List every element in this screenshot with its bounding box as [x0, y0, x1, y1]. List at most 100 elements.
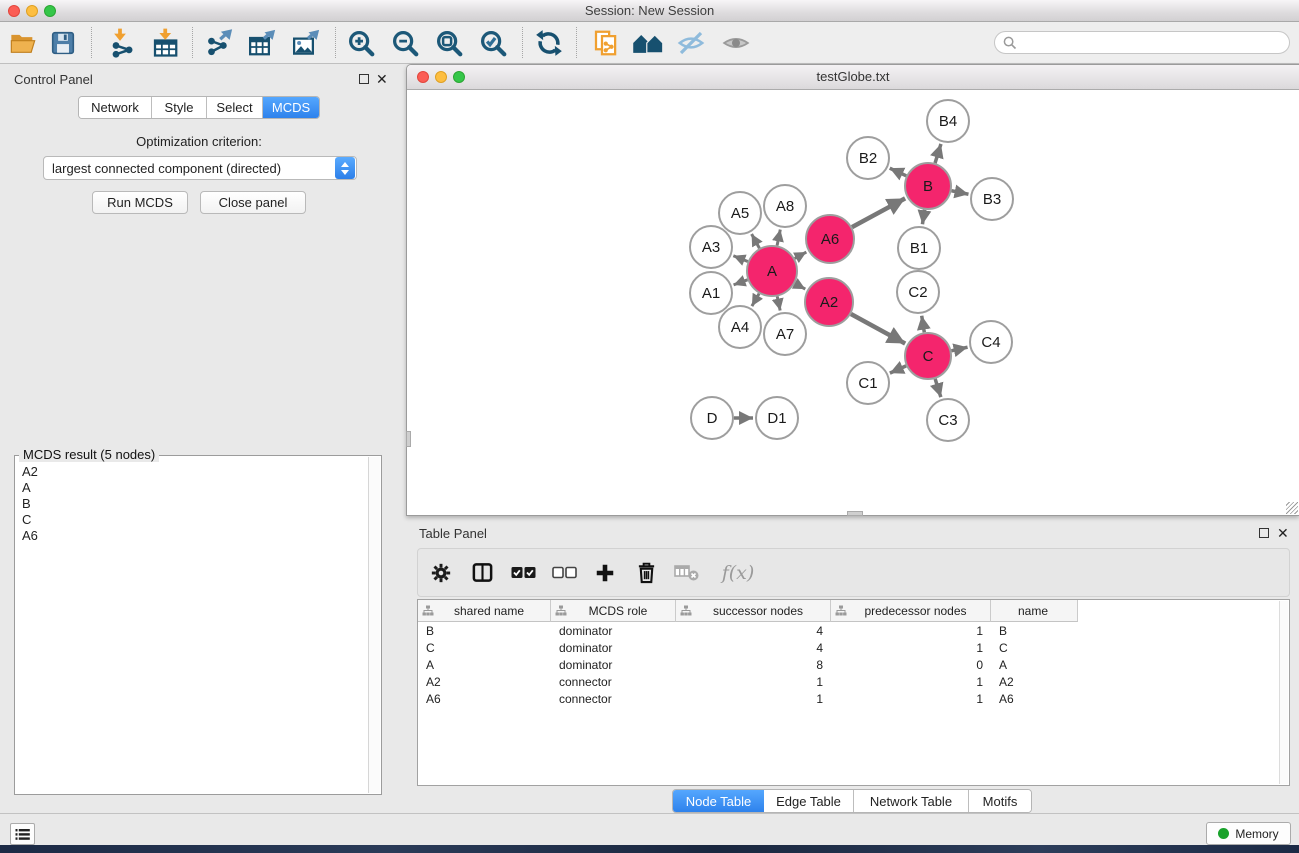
- table-cell: 1: [831, 639, 991, 656]
- tab-network-table[interactable]: Network Table: [854, 790, 969, 812]
- main-toolbar: [0, 22, 1299, 64]
- optimization-criterion-label: Optimization criterion:: [0, 134, 398, 149]
- memory-button[interactable]: Memory: [1206, 822, 1291, 845]
- graph-node-label-A7: A7: [776, 326, 794, 343]
- tab-style[interactable]: Style: [152, 97, 207, 118]
- graph-edge-C-C3[interactable]: [935, 379, 941, 397]
- graph-edge-C-C1[interactable]: [890, 366, 906, 373]
- table-cell: 1: [831, 622, 991, 639]
- table-cell: A2: [991, 673, 1078, 690]
- splitpane-vertical-grip[interactable]: [406, 431, 411, 447]
- table-row[interactable]: Bdominator41B: [418, 622, 1290, 639]
- tab-edge-table[interactable]: Edge Table: [764, 790, 854, 812]
- search-input[interactable]: [1022, 35, 1281, 51]
- graph-edge-C-C2[interactable]: [922, 316, 925, 333]
- tab-mcds[interactable]: MCDS: [263, 97, 319, 118]
- graph-edge-A-A8[interactable]: [777, 230, 780, 246]
- cytoscape-app: Session: New Session: [0, 0, 1299, 853]
- table-row[interactable]: A2connector11A2: [418, 673, 1290, 690]
- table-settings-gear-icon[interactable]: [428, 560, 454, 586]
- graph-edge-A2-C[interactable]: [851, 314, 905, 344]
- export-image-icon[interactable]: [287, 24, 325, 62]
- graph-edge-B-B4[interactable]: [935, 144, 941, 163]
- select-all-checkboxes-icon[interactable]: [510, 560, 536, 586]
- zoom-selected-icon[interactable]: [474, 24, 512, 62]
- window-resize-handle[interactable]: [1286, 502, 1298, 514]
- column-header-predecessor-nodes[interactable]: predecessor nodes: [831, 600, 991, 622]
- tab-select[interactable]: Select: [207, 97, 263, 118]
- zoom-in-icon[interactable]: [342, 24, 380, 62]
- graph-node-label-C1: C1: [858, 375, 877, 392]
- table-row[interactable]: A6connector11A6: [418, 690, 1290, 707]
- graph-edge-A-A6[interactable]: [795, 252, 807, 258]
- graph-edge-B-B3[interactable]: [952, 191, 969, 194]
- import-network-icon[interactable]: [102, 24, 140, 62]
- home-icon[interactable]: [629, 24, 667, 62]
- column-header-successor-nodes[interactable]: successor nodes: [676, 600, 831, 622]
- graph-node-label-D1: D1: [767, 410, 786, 427]
- save-session-icon[interactable]: [44, 24, 82, 62]
- task-history-button[interactable]: [10, 823, 35, 845]
- export-network-icon[interactable]: [200, 24, 238, 62]
- table-panel-float-icon[interactable]: [1259, 528, 1269, 538]
- table-cell: B: [418, 622, 551, 639]
- graph-edge-B-B1[interactable]: [922, 210, 924, 224]
- table-scrollbar[interactable]: [1279, 601, 1288, 784]
- hide-panels-eye-icon[interactable]: [672, 24, 710, 62]
- tab-motifs[interactable]: Motifs: [969, 790, 1031, 812]
- control-panel-float-icon[interactable]: [359, 74, 369, 84]
- function-builder-icon[interactable]: f(x): [715, 560, 761, 586]
- import-table-icon[interactable]: [146, 24, 184, 62]
- graph-edge-A-A2[interactable]: [795, 283, 805, 289]
- open-session-icon[interactable]: [4, 24, 42, 62]
- deselect-all-checkboxes-icon[interactable]: [551, 560, 577, 586]
- delete-table-icon[interactable]: [674, 560, 700, 586]
- graph-edge-A-A1[interactable]: [734, 280, 748, 285]
- show-columns-icon[interactable]: [469, 560, 495, 586]
- column-header-mcds-role[interactable]: MCDS role: [551, 600, 676, 622]
- main-titlebar: Session: New Session: [0, 0, 1299, 22]
- graph-edge-A-A7[interactable]: [777, 296, 780, 310]
- refresh-icon[interactable]: [530, 24, 568, 62]
- table-row[interactable]: Adominator80A: [418, 656, 1290, 673]
- graph-node-label-A8: A8: [776, 198, 794, 215]
- show-eye-icon[interactable]: [717, 24, 755, 62]
- network-window-titlebar[interactable]: testGlobe.txt: [407, 65, 1299, 90]
- mcds-result-item[interactable]: C: [17, 511, 368, 527]
- tab-network[interactable]: Network: [79, 97, 152, 118]
- mcds-list-scrollbar[interactable]: [368, 457, 380, 793]
- mcds-result-item[interactable]: A: [17, 479, 368, 495]
- splitpane-horizontal-grip[interactable]: [847, 511, 863, 516]
- delete-column-trash-icon[interactable]: [633, 560, 659, 586]
- graph-node-label-C2: C2: [908, 284, 927, 301]
- graph-edge-A-A5[interactable]: [752, 234, 760, 248]
- graph-edge-A-A3[interactable]: [733, 256, 747, 262]
- graph-edge-A-A4[interactable]: [752, 294, 759, 307]
- table-panel-close-icon[interactable]: ✕: [1277, 527, 1289, 539]
- table-cell: A6: [418, 690, 551, 707]
- column-header-name[interactable]: name: [991, 600, 1078, 622]
- search-box[interactable]: [994, 31, 1290, 54]
- zoom-out-icon[interactable]: [386, 24, 424, 62]
- graph-edge-B-B2[interactable]: [890, 168, 907, 176]
- table-cell: 8: [676, 656, 831, 673]
- table-row[interactable]: Cdominator41C: [418, 639, 1290, 656]
- criterion-dropdown[interactable]: largest connected component (directed): [43, 156, 357, 180]
- tab-node-table[interactable]: Node Table: [673, 790, 764, 812]
- run-mcds-button[interactable]: Run MCDS: [92, 191, 188, 214]
- mcds-result-item[interactable]: B: [17, 495, 368, 511]
- add-column-plus-icon[interactable]: [592, 560, 618, 586]
- memory-label: Memory: [1235, 827, 1278, 841]
- control-panel-close-icon[interactable]: ✕: [376, 73, 388, 85]
- status-bar: Memory: [0, 813, 1299, 845]
- network-file-icon[interactable]: [587, 24, 625, 62]
- graph-edge-A6-B[interactable]: [852, 198, 905, 227]
- column-header-shared-name[interactable]: shared name: [418, 600, 551, 622]
- mcds-result-item[interactable]: A2: [17, 463, 368, 479]
- network-canvas[interactable]: B4B2BB3B1A5A8A6A3AA1A2C2A4A7C4CC1C3DD1: [407, 89, 1298, 515]
- zoom-fit-icon[interactable]: [430, 24, 468, 62]
- mcds-result-item[interactable]: A6: [17, 527, 368, 543]
- close-panel-button[interactable]: Close panel: [200, 191, 306, 214]
- export-table-icon[interactable]: [243, 24, 281, 62]
- graph-edge-C-C4[interactable]: [951, 347, 967, 351]
